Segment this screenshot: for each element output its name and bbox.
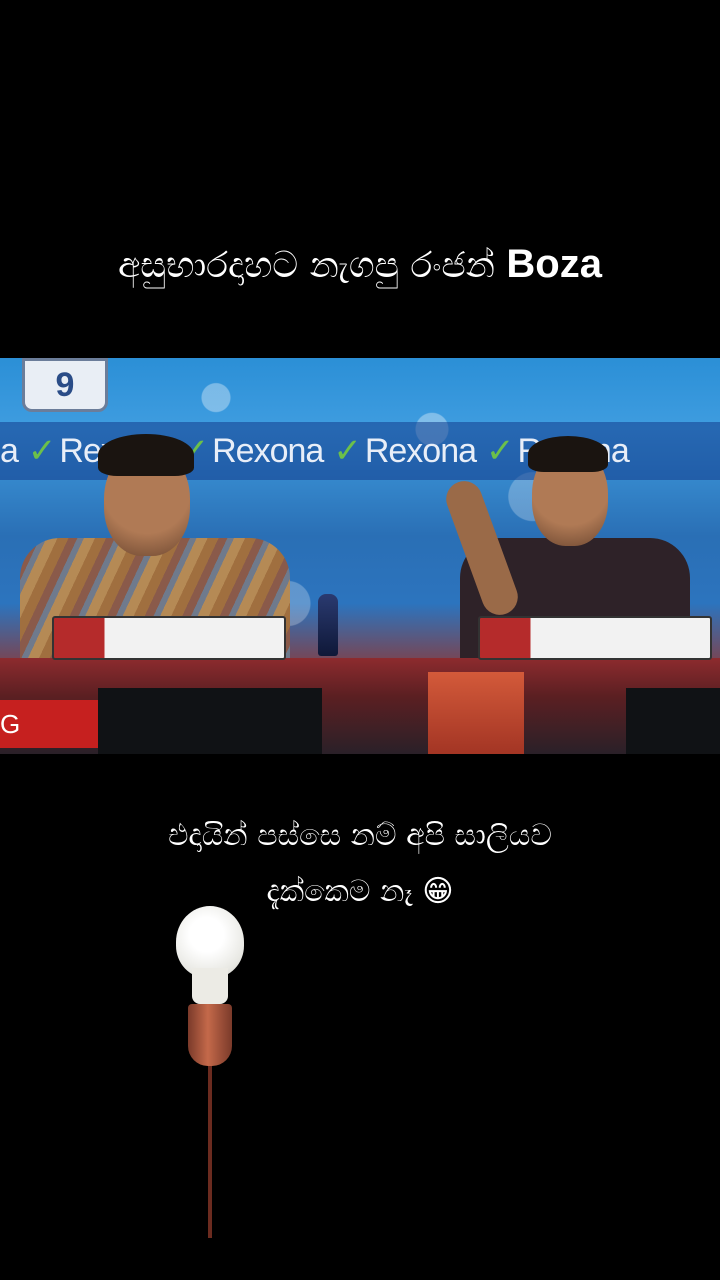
caption-line: දැක්කෙම නෑ 😁 (266, 874, 454, 909)
channel-logo: 9 (22, 358, 108, 412)
light-bulb-icon (170, 906, 250, 1246)
post-caption: එදායින් පස්සෙ නම් අපි සාලියව දැක්කෙම නෑ … (0, 808, 720, 920)
podium (428, 672, 524, 754)
studio-monitor (626, 688, 720, 754)
video-player[interactable]: 9 a✓Rexona✓Rexona✓Rexona✓Rexona G NEWS (0, 358, 720, 754)
post-title: අසුභාරදාහට නැගපු රංජන් Boza (0, 232, 720, 298)
post-title-text: අසුභාරදාහට නැගපු රංජන් (118, 245, 507, 286)
sponsor-word: a (0, 432, 19, 470)
nameplate-right (478, 616, 712, 660)
news-ticker: G NEWS (0, 700, 98, 748)
caption-line: එදායින් පස්සෙ නම් අපි සාලියව (168, 818, 552, 853)
nameplate-left (52, 616, 286, 660)
water-bottle (318, 594, 338, 656)
studio-monitor (98, 688, 322, 754)
post-title-brand: Boza (506, 242, 602, 286)
